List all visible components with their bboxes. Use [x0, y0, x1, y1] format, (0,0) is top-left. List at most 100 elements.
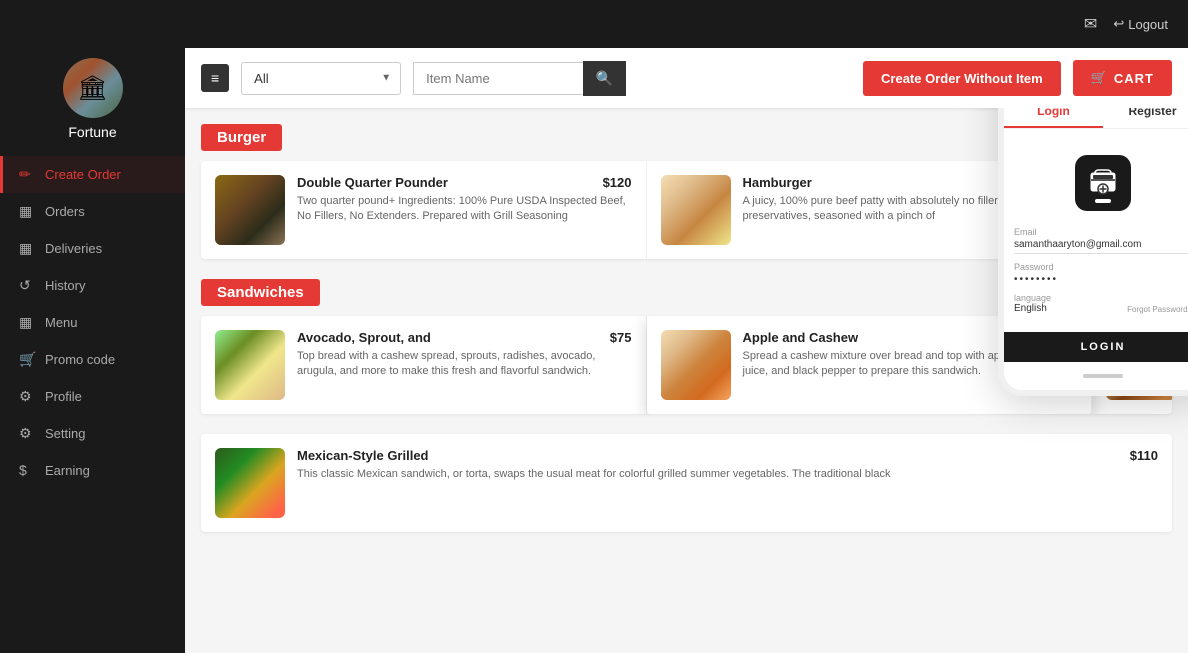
- content-area: ≡ All Burger Sandwiches Drinks Desserts …: [185, 48, 1188, 653]
- mail-icon[interactable]: ✉: [1084, 14, 1097, 34]
- top-bar: ✉ ↩ Logout: [0, 0, 1188, 48]
- sidebar-item-deliveries[interactable]: ▦ Deliveries: [0, 230, 185, 267]
- phone-lang-row: language English Forgot Password?: [1014, 293, 1188, 314]
- deliveries-icon: ▦: [19, 240, 35, 257]
- phone-lang-label: language: [1014, 293, 1051, 303]
- profile-icon: ⚙: [19, 388, 35, 405]
- sandwich1-name: Avocado, Sprout, and: [297, 330, 431, 345]
- phone-screen: ●●● 4:34 PM 100% Login Register: [1004, 108, 1188, 362]
- sandwich1-title-row: Avocado, Sprout, and $75: [297, 330, 632, 345]
- phone-body: Email samanthaaryton@gmail.com Password …: [1004, 129, 1188, 332]
- sidebar-item-orders[interactable]: ▦ Orders: [0, 193, 185, 230]
- burger1-title-row: Double Quarter Pounder $120: [297, 175, 632, 190]
- phone-password-label: Password: [1014, 262, 1188, 272]
- mexican-section: Mexican-Style Grilled $110 This classic …: [201, 434, 1172, 532]
- burger1-info: Double Quarter Pounder $120 Two quarter …: [297, 175, 632, 225]
- sidebar-label-menu: Menu: [45, 315, 78, 330]
- menu-icon: ▦: [19, 314, 35, 331]
- search-button[interactable]: 🔍: [583, 61, 626, 96]
- sidebar-label-setting: Setting: [45, 426, 85, 441]
- sandwich1-price: $75: [610, 330, 632, 345]
- mexican-price: $110: [1130, 448, 1158, 463]
- sidebar-item-promo[interactable]: 🛒 Promo code: [0, 341, 185, 378]
- mexican-title-row: Mexican-Style Grilled $110: [297, 448, 1158, 463]
- phone-tab-login[interactable]: Login: [1004, 108, 1103, 128]
- menu-item-avocado[interactable]: Avocado, Sprout, and $75 Top bread with …: [201, 316, 647, 414]
- mexican-image: [215, 448, 285, 518]
- sidebar-label-history: History: [45, 278, 85, 293]
- burger1-image: [215, 175, 285, 245]
- phone-forgot-password[interactable]: Forgot Password?: [1127, 305, 1188, 314]
- sidebar-label-create-order: Create Order: [45, 167, 121, 182]
- phone-home-bar: [1083, 374, 1123, 378]
- setting-icon: ⚙: [19, 425, 35, 442]
- category-select-wrapper: All Burger Sandwiches Drinks Desserts: [241, 62, 401, 95]
- mexican-items-row: Mexican-Style Grilled $110 This classic …: [201, 434, 1172, 532]
- logo-image: 🏛: [63, 58, 123, 118]
- sandwich1-desc: Top bread with a cashew spread, sprouts,…: [297, 349, 632, 380]
- cart-icon: 🛒: [1091, 70, 1108, 86]
- category-select[interactable]: All Burger Sandwiches Drinks Desserts: [241, 62, 401, 95]
- burger2-image: [661, 175, 731, 245]
- sidebar-item-setting[interactable]: ⚙ Setting: [0, 415, 185, 452]
- phone-email-value: samanthaaryton@gmail.com: [1014, 239, 1188, 254]
- sidebar-label-orders: Orders: [45, 204, 85, 219]
- sidebar-item-create-order[interactable]: ✏ Create Order: [0, 156, 185, 193]
- search-input[interactable]: [413, 62, 582, 95]
- phone-password-dots: ••••••••: [1014, 274, 1188, 285]
- main-layout: 🏛 Fortune ✏ Create Order ▦ Orders ▦ Deli…: [0, 48, 1188, 653]
- logout-button[interactable]: ↩ Logout: [1113, 16, 1168, 32]
- burger1-name: Double Quarter Pounder: [297, 175, 448, 190]
- sidebar-nav: ✏ Create Order ▦ Orders ▦ Deliveries ↺ H…: [0, 156, 185, 488]
- hamburger-button[interactable]: ≡: [201, 64, 229, 92]
- content-header: ≡ All Burger Sandwiches Drinks Desserts …: [185, 48, 1188, 108]
- sidebar-label-profile: Profile: [45, 389, 82, 404]
- phone-email-label: Email: [1014, 227, 1188, 237]
- create-order-button[interactable]: Create Order Without Item: [863, 61, 1061, 96]
- sidebar-item-menu[interactable]: ▦ Menu: [0, 304, 185, 341]
- sidebar-item-history[interactable]: ↺ History: [0, 267, 185, 304]
- brand-logo: 🏛: [63, 58, 123, 118]
- burger-category-header: Burger: [201, 124, 282, 151]
- mexican-desc: This classic Mexican sandwich, or torta,…: [297, 467, 1158, 482]
- sidebar-label-earning: Earning: [45, 463, 90, 478]
- sidebar-item-profile[interactable]: ⚙ Profile: [0, 378, 185, 415]
- history-icon: ↺: [19, 277, 35, 294]
- mexican-name: Mexican-Style Grilled: [297, 448, 429, 463]
- sidebar-label-deliveries: Deliveries: [45, 241, 102, 256]
- phone-lang-value: English: [1014, 303, 1051, 314]
- logout-label: Logout: [1128, 17, 1168, 32]
- phone-home-indicator: [1004, 362, 1188, 390]
- logout-icon: ↩: [1113, 16, 1124, 32]
- create-order-icon: ✏: [19, 166, 35, 183]
- menu-item-double-quarter[interactable]: Double Quarter Pounder $120 Two quarter …: [201, 161, 647, 259]
- mexican-info: Mexican-Style Grilled $110 This classic …: [297, 448, 1158, 482]
- burger1-desc: Two quarter pound+ Ingredients: 100% Pur…: [297, 194, 632, 225]
- sandwich1-image: [215, 330, 285, 400]
- sandwich2-name: Apple and Cashew: [743, 330, 859, 345]
- sidebar: 🏛 Fortune ✏ Create Order ▦ Orders ▦ Deli…: [0, 48, 185, 653]
- sandwich1-info: Avocado, Sprout, and $75 Top bread with …: [297, 330, 632, 380]
- brand-name: Fortune: [68, 124, 116, 140]
- sidebar-label-promo: Promo code: [45, 352, 115, 367]
- phone-password-field: Password ••••••••: [1014, 262, 1188, 285]
- menu-content: Burger Double Quarter Pounder $120 Two q…: [185, 108, 1188, 653]
- search-wrapper: 🔍: [413, 61, 626, 96]
- sandwiches-category-header: Sandwiches: [201, 279, 320, 306]
- cart-label: CART: [1114, 71, 1154, 86]
- sidebar-item-earning[interactable]: $ Earning: [0, 452, 185, 488]
- burger1-price: $120: [603, 175, 632, 190]
- orders-icon: ▦: [19, 203, 35, 220]
- phone-logo-area: [1014, 139, 1188, 227]
- sandwich2-image: [661, 330, 731, 400]
- phone-language-block: language English: [1014, 293, 1051, 314]
- phone-login-button[interactable]: LOGIN: [998, 332, 1188, 362]
- phone-tab-register[interactable]: Register: [1103, 108, 1188, 128]
- phone-email-field: Email samanthaaryton@gmail.com: [1014, 227, 1188, 254]
- phone-logo-icon: [1075, 155, 1131, 211]
- earning-icon: $: [19, 462, 35, 478]
- burger2-name: Hamburger: [743, 175, 812, 190]
- menu-item-mexican[interactable]: Mexican-Style Grilled $110 This classic …: [201, 434, 1172, 532]
- cart-button[interactable]: 🛒 CART: [1073, 60, 1172, 96]
- store-icon: [1087, 167, 1119, 199]
